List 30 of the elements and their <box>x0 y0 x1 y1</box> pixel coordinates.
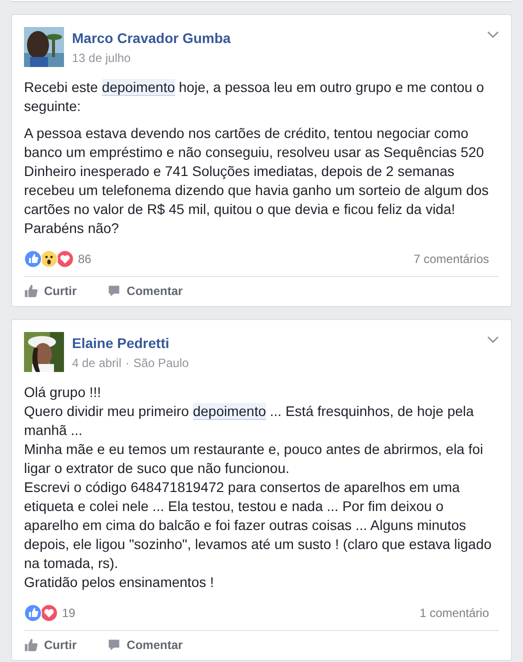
separator-dot: · <box>125 356 130 370</box>
chevron-icon[interactable] <box>487 336 499 344</box>
post-text: Recebi este depoimento hoje, a pessoa leu em outro grupo e me contou o seguinte: <box>24 78 485 116</box>
post-location[interactable]: São Paulo <box>133 356 189 370</box>
thumbs-up-icon[interactable] <box>24 250 42 268</box>
speech-bubble-icon <box>106 284 121 298</box>
thumbs-up-icon <box>24 638 38 652</box>
post-text: Gratidão pelos ensinamentos ! <box>24 573 215 592</box>
post-text: Olá grupo !!! <box>24 383 102 402</box>
post-date[interactable]: 4 de abril <box>72 356 122 370</box>
chevron-icon[interactable] <box>487 31 499 39</box>
comment-count[interactable]: 7 comentários <box>414 252 489 266</box>
comment-button[interactable]: Comentar <box>106 636 183 654</box>
post-text: Escrevi o código 648471819472 para consertos de aparelhos em uma etiqueta e colei nele ... Ela testou, testou e nada ... Por fim deixou o aparelho em cima do balcão e foi fazer outras coisas ... Alguns minutos depois, ele ligou "sozinho", levamos até um susto ! (claro que estava ligado na tomada, rs). <box>24 478 493 573</box>
post-text: Minha mãe e eu temos um restaurante e, pouco antes de abrirmos, ela foi ligar o extrator de suco que não funcionou. <box>24 440 484 478</box>
like-button[interactable]: Curtir <box>24 636 77 654</box>
surprised-face-icon[interactable] <box>40 250 58 268</box>
comment-count[interactable]: 1 comentário <box>420 606 489 620</box>
post-date[interactable]: 13 de julho <box>72 51 131 65</box>
comment-button[interactable]: Comentar <box>106 282 183 300</box>
like-button[interactable]: Curtir <box>24 282 77 300</box>
author-name[interactable]: Elaine Pedretti <box>72 335 170 351</box>
reaction-count[interactable]: 86 <box>78 252 92 266</box>
post-text: Quero dividir meu primeiro depoimento ... Está fresquinhos, de hoje pela manhã ... <box>24 402 475 440</box>
post-text: A pessoa estava devendo nos cartões de crédito, tentou negociar como banco um empréstimo e não conseguiu, resolveu usar as Sequências 520 Dinheiro inesperado e 741 Soluções imediatas, depois de 2 semanas recebeu um telefonema dizendo que havia ganho um sorteio de algum dos cartões no valor de R$ 45 mil, quitou o que devia e ficou feliz da vida! Parabéns não? <box>24 124 490 238</box>
speech-bubble-icon <box>106 638 121 652</box>
thumbs-up-icon[interactable] <box>24 604 42 622</box>
author-name[interactable]: Marco Cravador Gumba <box>72 30 231 46</box>
reaction-count[interactable]: 19 <box>62 606 76 620</box>
thumbs-up-icon <box>24 284 38 298</box>
